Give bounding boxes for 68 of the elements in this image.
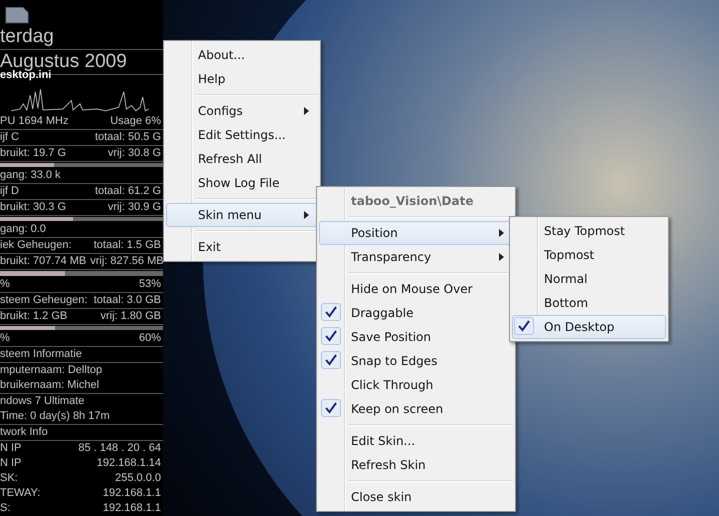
info-label: SK: — [0, 471, 18, 486]
submenu-arrow-icon — [304, 107, 309, 115]
menu-item[interactable]: Keep on screen — [319, 397, 513, 421]
info-value: vrij: 30.9 G — [108, 200, 161, 216]
info-label: bruikt: 30.3 G — [0, 200, 66, 216]
info-value: 192.168.1.14 — [96, 456, 161, 471]
info-value: vrij: 1.80 GB — [100, 308, 161, 324]
menu-item[interactable]: Refresh Skin — [319, 453, 513, 477]
menu-item[interactable]: Close skin — [319, 485, 513, 509]
info-value: totaal: 61.2 G — [94, 184, 161, 200]
info-label: N IP — [0, 456, 22, 471]
submenu-arrow-icon — [499, 253, 504, 261]
info-label: Time: 0 day(s) 8h 17m — [0, 409, 110, 424]
menu-item[interactable]: Transparency — [319, 245, 513, 269]
info-label: bruikt: 707.74 MB — [0, 254, 86, 270]
menu-item[interactable]: Configs — [166, 99, 318, 123]
info-value: totaal: 50.5 G — [94, 130, 161, 145]
info-value: 192.168.1.1 — [102, 501, 161, 516]
info-label: S: — [0, 501, 10, 516]
menu-item[interactable]: Hide on Mouse Over — [319, 277, 513, 301]
info-label: PU 1694 MHz — [0, 114, 68, 129]
menu-item[interactable]: Stay Topmost — [512, 219, 666, 243]
menu-item[interactable]: Click Through — [319, 373, 513, 397]
submenu-arrow-icon — [499, 229, 504, 237]
menu-item[interactable]: Skin menu — [166, 203, 318, 227]
menu-item[interactable]: Help — [166, 67, 318, 91]
menu-item[interactable]: Draggable — [319, 301, 513, 325]
menu-item[interactable]: Show Log File — [166, 171, 318, 195]
menu-item[interactable]: On Desktop — [512, 315, 666, 339]
info-label: % — [0, 276, 10, 292]
info-value: 255.0.0.0 — [115, 471, 161, 486]
info-label: ijf D — [0, 184, 19, 200]
info-label: TEWAY: — [0, 486, 40, 501]
info-label: steem Informatie — [0, 347, 82, 362]
menu-item[interactable]: Save Position — [319, 325, 513, 349]
menu-item[interactable]: Bottom — [512, 291, 666, 315]
info-value: vrij: 827.56 MB — [90, 254, 164, 270]
info-label: N IP — [0, 441, 22, 456]
menu-item[interactable]: Normal — [512, 267, 666, 291]
info-label: iek Geheugen: — [0, 238, 72, 254]
info-value: vrij: 30.8 G — [108, 146, 161, 161]
info-label: gang: 0.0 — [0, 222, 46, 238]
info-value: totaal: 1.5 GB — [94, 238, 161, 254]
info-label: % — [0, 331, 10, 346]
menu-item[interactable]: Snap to Edges — [319, 349, 513, 373]
info-value: Usage 6% — [110, 114, 161, 129]
info-label: ndows 7 Ultimate — [0, 394, 84, 409]
info-value: 53% — [138, 276, 161, 292]
menu-item[interactable]: Edit Settings... — [166, 123, 318, 147]
info-value: 60% — [138, 331, 161, 346]
info-label: gang: 33.0 k — [0, 168, 61, 184]
info-label: twork Info — [0, 425, 48, 440]
menu-item[interactable]: About... — [166, 43, 318, 67]
info-value: 85 . 148 . 20 . 64 — [78, 441, 161, 456]
submenu-arrow-icon — [304, 211, 309, 219]
menu-item[interactable]: Exit — [166, 235, 318, 259]
menu-item[interactable]: Topmost — [512, 243, 666, 267]
info-value: 192.168.1.1 — [102, 486, 161, 501]
skin-name-label: taboo_Vision\Date — [350, 193, 474, 210]
info-label: steem Geheugen: — [0, 292, 88, 308]
info-label: ijf C — [0, 130, 19, 145]
info-label: bruikt: 1.2 GB — [0, 308, 68, 324]
menu-item[interactable]: Edit Skin... — [319, 429, 513, 453]
menu-item[interactable]: Refresh All — [166, 147, 318, 171]
info-label: bruikernaam: Michel — [0, 378, 100, 393]
info-label: mputernaam: Delltop — [0, 363, 102, 378]
info-value: totaal: 3.0 GB — [94, 292, 161, 308]
info-label: bruikt: 19.7 G — [0, 146, 66, 161]
